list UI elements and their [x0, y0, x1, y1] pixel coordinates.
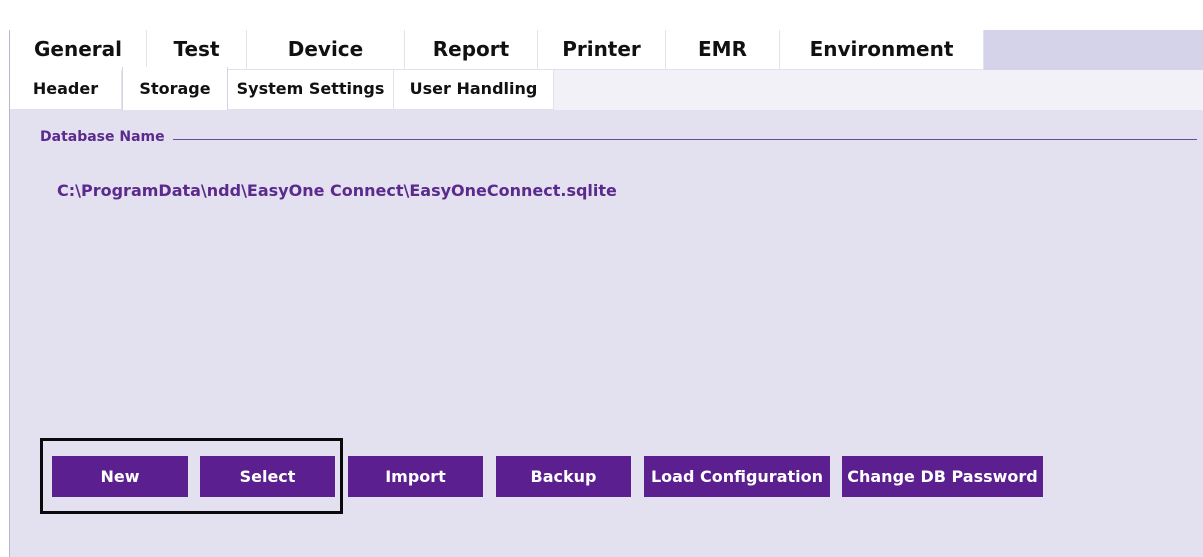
tab-printer[interactable]: Printer — [538, 30, 666, 70]
database-path: C:\ProgramData\ndd\EasyOne Connect\EasyO… — [57, 181, 617, 200]
group-divider — [40, 139, 1197, 140]
main-tab-bar: General Test Device Report Printer EMR E… — [10, 30, 1203, 70]
sub-tab-bar: Header Storage System Settings User Hand… — [10, 67, 1203, 110]
tab-report[interactable]: Report — [405, 30, 538, 70]
change-db-password-button[interactable]: Change DB Password — [842, 456, 1043, 497]
tab-environment[interactable]: Environment — [780, 30, 984, 70]
settings-window: General Test Device Report Printer EMR E… — [9, 30, 1203, 557]
highlight-box — [40, 438, 343, 514]
subtab-storage[interactable]: Storage — [122, 67, 228, 110]
database-name-label: Database Name — [40, 129, 173, 145]
load-configuration-button[interactable]: Load Configuration — [644, 456, 830, 497]
tab-general[interactable]: General — [10, 30, 147, 70]
tab-device[interactable]: Device — [247, 30, 405, 70]
import-button[interactable]: Import — [348, 456, 483, 497]
subtab-user-handling[interactable]: User Handling — [394, 70, 554, 110]
subtab-system-settings[interactable]: System Settings — [228, 70, 394, 110]
tab-test[interactable]: Test — [147, 30, 247, 70]
subtab-header[interactable]: Header — [10, 70, 122, 110]
backup-button[interactable]: Backup — [496, 456, 631, 497]
tab-emr[interactable]: EMR — [666, 30, 780, 70]
